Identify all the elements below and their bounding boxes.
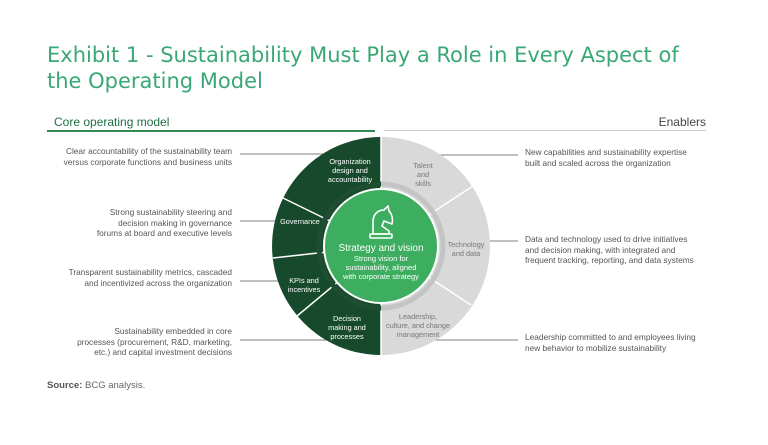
segment-kpis-label: KPIs and bbox=[289, 276, 319, 285]
segment-technology-label: and data bbox=[452, 249, 481, 258]
source-label: Source: bbox=[47, 380, 83, 391]
segment-decision-label: processes bbox=[330, 332, 364, 341]
segment-decision-label: making and bbox=[328, 323, 366, 332]
center-title: Strategy and vision bbox=[338, 243, 423, 254]
segment-organization-label: design and bbox=[332, 166, 368, 175]
segment-talent-label: skills bbox=[415, 179, 431, 188]
segment-talent-label: and bbox=[417, 170, 430, 179]
segment-leadership-label: culture, and change bbox=[386, 321, 450, 330]
segment-decision-label: Decision bbox=[333, 314, 361, 323]
segment-kpis-label: incentives bbox=[288, 285, 321, 294]
source-note: Source: BCG analysis. bbox=[47, 380, 145, 391]
segment-organization-label: Organization bbox=[329, 157, 370, 166]
segment-governance-label: Governance bbox=[280, 217, 320, 226]
segment-leadership-label: management bbox=[397, 330, 440, 339]
operating-model-wheel: Strategy and vision Strong vision for su… bbox=[240, 137, 518, 355]
center-subtitle-line: Strong vision for bbox=[354, 254, 409, 263]
segment-technology-label: Technology bbox=[448, 240, 485, 249]
segment-leadership-label: Leadership, bbox=[399, 312, 437, 321]
segment-organization-label: accountability bbox=[328, 175, 373, 184]
source-text: BCG analysis. bbox=[85, 380, 146, 391]
center-subtitle-line: with corporate strategy bbox=[342, 272, 419, 281]
segment-talent-label: Talent bbox=[413, 161, 432, 170]
center-subtitle-line: sustainability, aligned bbox=[346, 263, 417, 272]
